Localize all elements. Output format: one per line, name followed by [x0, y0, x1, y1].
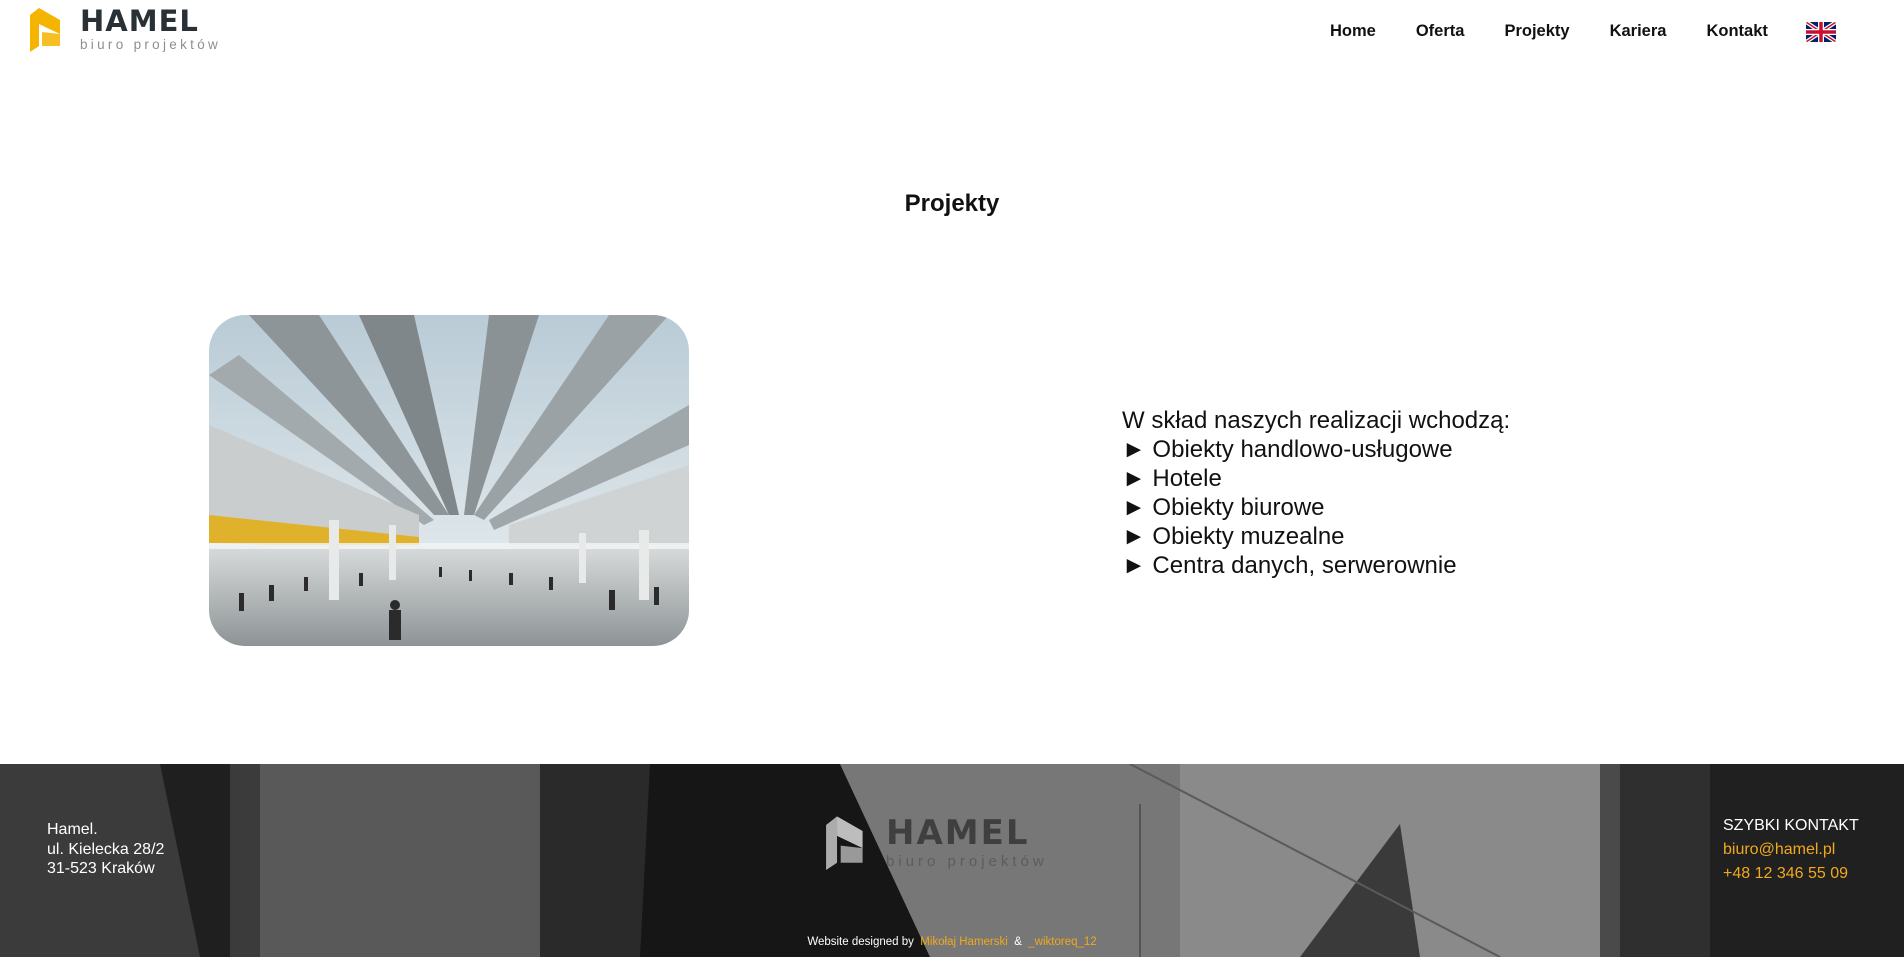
credit-prefix: Website designed by — [807, 936, 914, 948]
project-types-list: W skład naszych realizacji wchodzą: ► Ob… — [1122, 406, 1510, 580]
logo-name: HAMEL — [80, 3, 199, 38]
shopping-hall-image-icon — [209, 315, 689, 646]
designer-credit: Website designed by Mikołaj Hamerski & _… — [0, 936, 1904, 948]
list-item: ► Obiekty biurowe — [1122, 494, 1325, 521]
nav-kontakt[interactable]: Kontakt — [1706, 22, 1767, 41]
contact-email-link[interactable]: biuro@hamel.pl — [1723, 838, 1859, 862]
credit-separator: & — [1014, 936, 1022, 948]
uk-flag-icon[interactable] — [1806, 22, 1836, 42]
nav-kariera[interactable]: Kariera — [1610, 22, 1667, 41]
nav-home[interactable]: Home — [1330, 22, 1376, 41]
footer-logo-name: HAMEL — [886, 812, 1030, 853]
contact-heading: SZYBKI KONTAKT — [1723, 817, 1859, 834]
logo-tagline: biuro projektów — [80, 36, 222, 52]
site-footer: Hamel. ul. Kielecka 28/2 31-523 Kraków H… — [0, 764, 1904, 957]
site-header: HAMEL biuro projektów Home Oferta Projek… — [0, 0, 1904, 66]
page-title: Projekty — [904, 190, 1000, 217]
main-nav: Home Oferta Projekty Kariera Kontakt — [1330, 22, 1808, 41]
address-line: ul. Kielecka 28/2 — [47, 840, 165, 858]
footer-logo-tagline: biuro projektów — [886, 852, 1048, 870]
footer-logo-mark-icon — [826, 816, 863, 870]
quick-contact: SZYBKI KONTAKT biuro@hamel.pl +48 12 346… — [1723, 814, 1859, 886]
footer-logo: HAMEL biuro projektów — [826, 814, 1048, 870]
list-item: ► Obiekty handlowo-usługowe — [1122, 436, 1453, 463]
address-line: Hamel. — [47, 821, 98, 838]
nav-projekty[interactable]: Projekty — [1504, 22, 1569, 41]
list-item: ► Centra danych, serwerownie — [1122, 552, 1457, 579]
list-item: ► Hotele — [1122, 465, 1222, 492]
contact-phone-link[interactable]: +48 12 346 55 09 — [1723, 862, 1859, 886]
address-line: 31-523 Kraków — [47, 860, 155, 877]
footer-address: Hamel. ul. Kielecka 28/2 31-523 Kraków — [47, 820, 164, 879]
list-item: ► Obiekty muzealne — [1122, 523, 1345, 550]
credit-author-link[interactable]: _wiktoreq_12 — [1028, 936, 1096, 948]
nav-oferta[interactable]: Oferta — [1416, 22, 1465, 41]
logo-mark-icon — [30, 8, 60, 52]
logo[interactable]: HAMEL biuro projektów — [30, 6, 221, 52]
list-intro: W skład naszych realizacji wchodzą: — [1122, 407, 1511, 434]
project-photo — [209, 315, 689, 646]
credit-author-link[interactable]: Mikołaj Hamerski — [920, 936, 1008, 948]
